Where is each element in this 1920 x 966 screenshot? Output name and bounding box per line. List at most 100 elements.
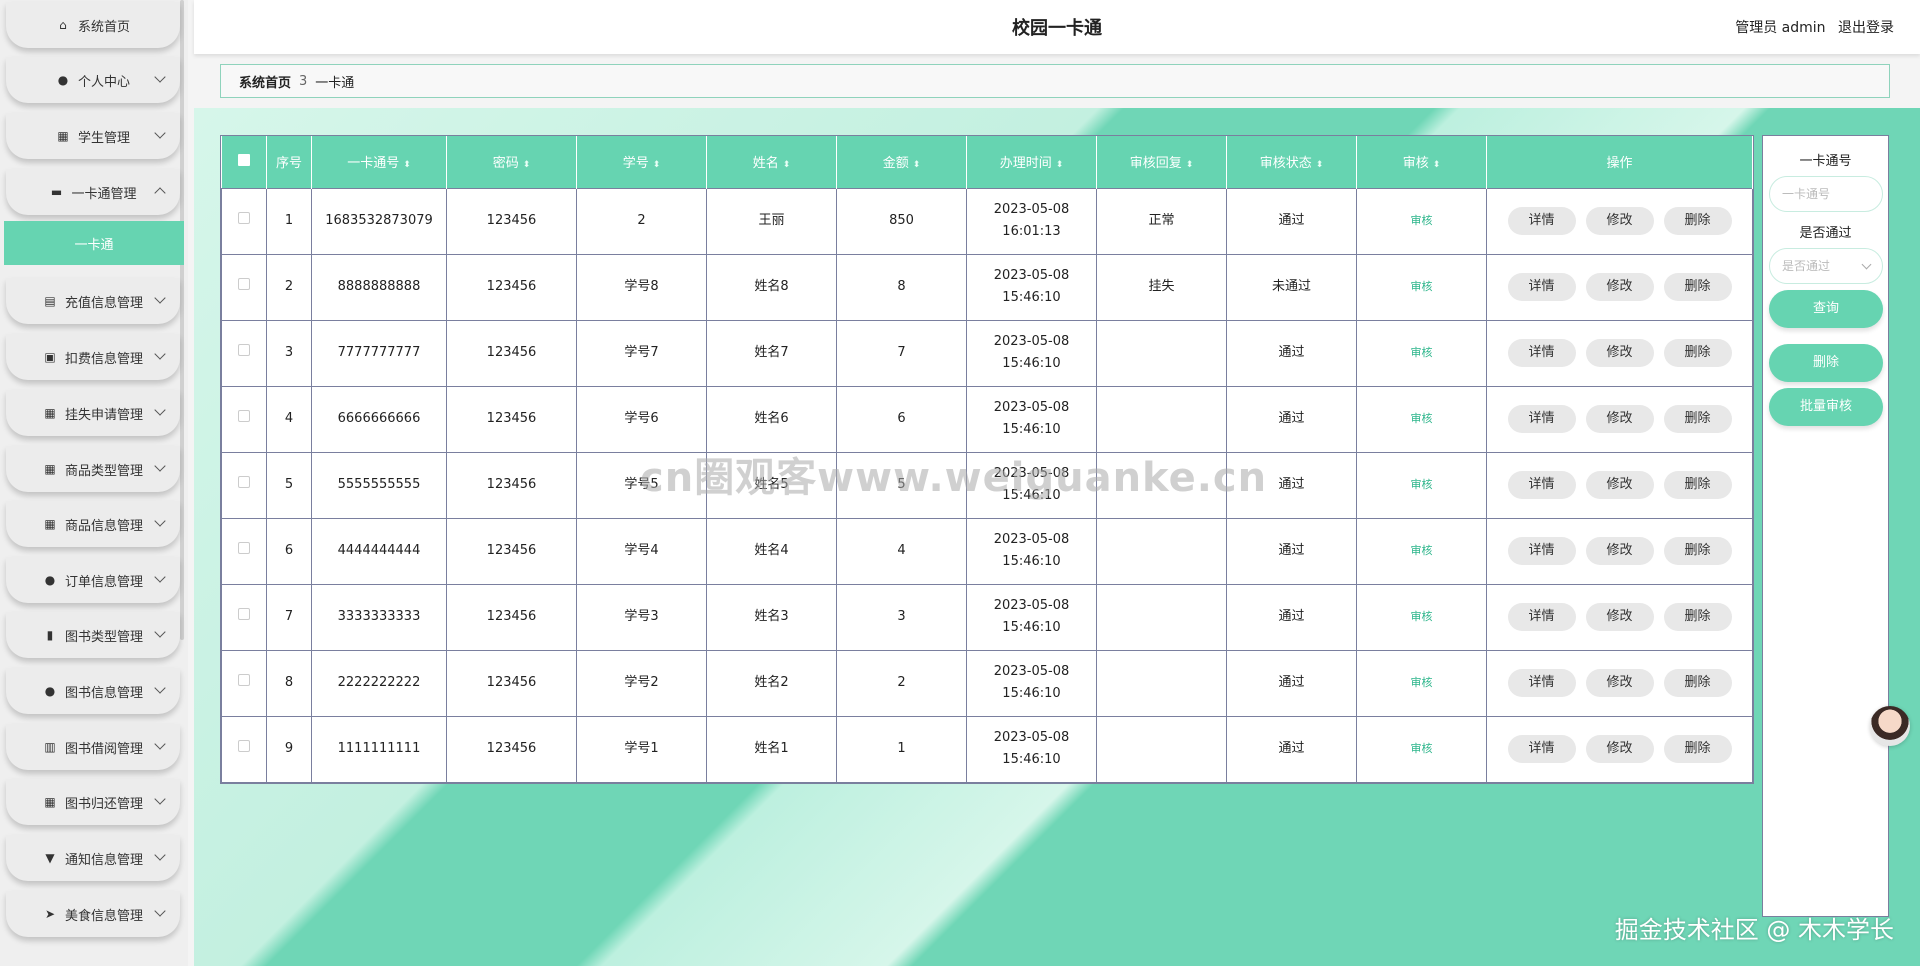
assistant-avatar[interactable] xyxy=(1870,706,1910,746)
audit-link[interactable]: 审核 xyxy=(1411,610,1433,623)
row-checkbox[interactable] xyxy=(238,608,250,620)
sidebar-item-6[interactable]: ▦ 挂失申请管理 xyxy=(6,390,180,436)
audit-link[interactable]: 审核 xyxy=(1411,280,1433,293)
column-header[interactable]: 审核状态 ⬍ xyxy=(1226,136,1357,188)
audit-link[interactable]: 审核 xyxy=(1411,346,1433,359)
sidebar-item-8[interactable]: ▦ 商品信息管理 xyxy=(6,501,180,547)
monitor-icon: ▬ xyxy=(50,185,63,199)
delete-button[interactable]: 删除 xyxy=(1769,344,1883,382)
sidebar-item-label: 美食信息管理 xyxy=(64,908,143,924)
cell-amount: 3 xyxy=(836,583,967,651)
row-checkbox[interactable] xyxy=(238,740,250,752)
batch-audit-button[interactable]: 批量审核 xyxy=(1769,388,1883,426)
clipboard-check-icon: ▣ xyxy=(44,350,56,364)
chevron-down-icon xyxy=(154,682,166,694)
delete-row-button[interactable]: 删除 xyxy=(1663,603,1732,631)
sidebar-item-9[interactable]: ● 订单信息管理 xyxy=(6,557,180,603)
row-checkbox[interactable] xyxy=(238,674,250,686)
sidebar-item-10[interactable]: ▮ 图书类型管理 xyxy=(6,612,180,658)
column-header[interactable]: 办理时间 ⬍ xyxy=(966,136,1097,188)
query-button[interactable]: 查询 xyxy=(1769,290,1883,328)
delete-row-button[interactable]: 删除 xyxy=(1663,405,1732,433)
card-number-input[interactable]: 一卡通号 xyxy=(1769,176,1883,212)
sidebar-item-4[interactable]: ▤ 充值信息管理 xyxy=(6,278,180,324)
sort-icon[interactable]: ⬍ xyxy=(1056,160,1064,170)
edit-button[interactable]: 修改 xyxy=(1585,207,1654,235)
audit-link[interactable]: 审核 xyxy=(1411,214,1433,227)
detail-button[interactable]: 详情 xyxy=(1507,603,1576,631)
detail-button[interactable]: 详情 xyxy=(1507,339,1576,367)
sidebar-item-12[interactable]: ▥ 图书借阅管理 xyxy=(6,724,180,770)
edit-button[interactable]: 修改 xyxy=(1585,471,1654,499)
sort-icon[interactable]: ⬍ xyxy=(1186,160,1194,170)
audit-link[interactable]: 审核 xyxy=(1411,544,1433,557)
audit-link[interactable]: 审核 xyxy=(1411,676,1433,689)
edit-button[interactable]: 修改 xyxy=(1585,405,1654,433)
sidebar-item-3[interactable]: ▬ 一卡通管理 xyxy=(6,169,180,215)
column-header[interactable]: 密码 ⬍ xyxy=(446,136,577,188)
sidebar-item-7[interactable]: ▦ 商品类型管理 xyxy=(6,446,180,492)
sidebar-item-11[interactable]: ● 图书信息管理 xyxy=(6,668,180,714)
audit-link[interactable]: 审核 xyxy=(1411,412,1433,425)
row-checkbox[interactable] xyxy=(238,278,250,290)
grid-icon: ▦ xyxy=(44,795,56,809)
column-header[interactable]: 一卡通号 ⬍ xyxy=(311,136,447,188)
sidebar-item-5[interactable]: ▣ 扣费信息管理 xyxy=(6,334,180,380)
sidebar-item-14[interactable]: ▼ 通知信息管理 xyxy=(6,835,180,881)
row-checkbox[interactable] xyxy=(238,344,250,356)
submenu-item-card[interactable]: 一卡通 xyxy=(4,221,184,265)
edit-button[interactable]: 修改 xyxy=(1585,735,1654,763)
column-header[interactable]: 审核回复 ⬍ xyxy=(1096,136,1227,188)
audit-link[interactable]: 审核 xyxy=(1411,478,1433,491)
audit-link[interactable]: 审核 xyxy=(1411,742,1433,755)
sidebar-item-2[interactable]: ▦ 学生管理 xyxy=(6,113,180,159)
cell-sid: 学号2 xyxy=(576,649,707,717)
detail-button[interactable]: 详情 xyxy=(1507,471,1576,499)
row-checkbox[interactable] xyxy=(238,542,250,554)
column-header[interactable]: 金额 ⬍ xyxy=(836,136,967,188)
edit-button[interactable]: 修改 xyxy=(1585,273,1654,301)
sort-icon[interactable]: ⬍ xyxy=(1433,160,1441,170)
sidebar-scrollbar[interactable] xyxy=(180,0,184,640)
breadcrumb-home[interactable]: 系统首页 xyxy=(239,72,291,91)
detail-button[interactable]: 详情 xyxy=(1507,405,1576,433)
sort-icon[interactable]: ⬍ xyxy=(403,160,411,170)
detail-button[interactable]: 详情 xyxy=(1507,537,1576,565)
detail-button[interactable]: 详情 xyxy=(1507,207,1576,235)
delete-row-button[interactable]: 删除 xyxy=(1663,273,1732,301)
delete-row-button[interactable]: 删除 xyxy=(1663,669,1732,697)
detail-button[interactable]: 详情 xyxy=(1507,273,1576,301)
sidebar-item-0[interactable]: ⌂ 系统首页 xyxy=(6,2,180,48)
column-header: 序号 xyxy=(266,136,312,188)
logout-button[interactable]: 退出登录 xyxy=(1838,20,1894,36)
detail-button[interactable]: 详情 xyxy=(1507,735,1576,763)
delete-row-button[interactable]: 删除 xyxy=(1663,471,1732,499)
edit-button[interactable]: 修改 xyxy=(1585,603,1654,631)
column-header[interactable]: 姓名 ⬍ xyxy=(706,136,837,188)
edit-button[interactable]: 修改 xyxy=(1585,537,1654,565)
sort-icon[interactable]: ⬍ xyxy=(1316,160,1324,170)
column-header[interactable]: 学号 ⬍ xyxy=(576,136,707,188)
row-checkbox[interactable] xyxy=(238,212,250,224)
detail-button[interactable]: 详情 xyxy=(1507,669,1576,697)
row-checkbox[interactable] xyxy=(238,476,250,488)
sidebar-item-13[interactable]: ▦ 图书归还管理 xyxy=(6,779,180,825)
cell-time: 2023-05-08 15:46:10 xyxy=(966,715,1097,783)
edit-button[interactable]: 修改 xyxy=(1585,339,1654,367)
select-all-checkbox[interactable] xyxy=(237,153,250,166)
delete-row-button[interactable]: 删除 xyxy=(1663,339,1732,367)
row-checkbox[interactable] xyxy=(238,410,250,422)
sidebar-item-1[interactable]: ● 个人中心 xyxy=(6,57,180,103)
edit-button[interactable]: 修改 xyxy=(1585,669,1654,697)
delete-row-button[interactable]: 删除 xyxy=(1663,207,1732,235)
delete-row-button[interactable]: 删除 xyxy=(1663,735,1732,763)
sort-icon[interactable]: ⬍ xyxy=(523,160,531,170)
delete-row-button[interactable]: 删除 xyxy=(1663,537,1732,565)
approved-select[interactable]: 是否通过 xyxy=(1769,248,1883,284)
sort-icon[interactable]: ⬍ xyxy=(783,160,791,170)
user-icon: ● xyxy=(57,73,69,87)
sort-icon[interactable]: ⬍ xyxy=(913,160,921,170)
sort-icon[interactable]: ⬍ xyxy=(653,160,661,170)
sidebar-item-15[interactable]: ➤ 美食信息管理 xyxy=(6,891,180,937)
column-header[interactable]: 审核 ⬍ xyxy=(1356,136,1487,188)
